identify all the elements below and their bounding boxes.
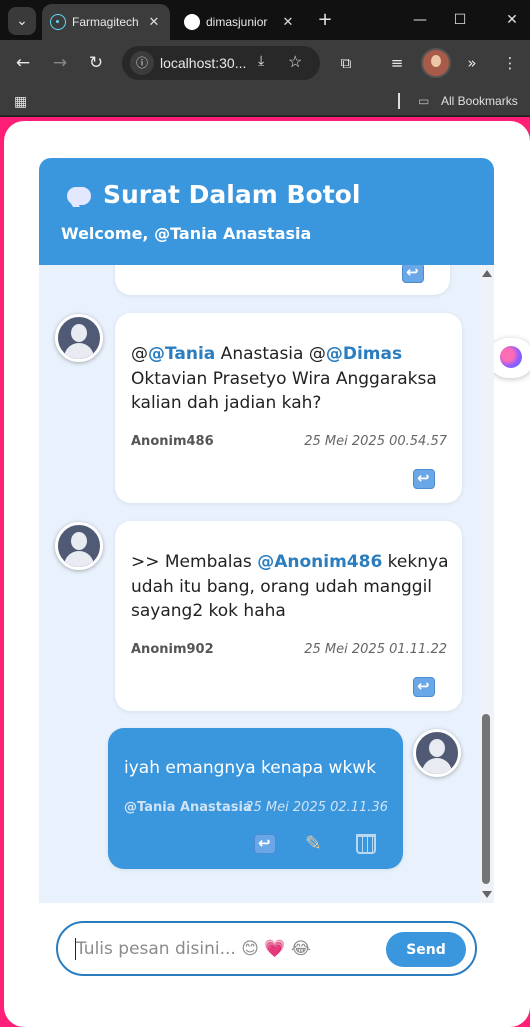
message-input[interactable] [76, 932, 376, 966]
sender-name: Anonim902 [131, 642, 214, 657]
tab-dimasjunior[interactable]: dimasjunior ✕ [176, 4, 304, 40]
avatar [413, 729, 461, 777]
extensions-icon[interactable]: ⧉ [333, 50, 359, 76]
reply-icon[interactable] [413, 677, 435, 697]
text-span: iyah emangnya kenapa wkwk [124, 758, 377, 778]
tab-farmagitech[interactable]: Farmagitech ✕ [42, 4, 170, 40]
app-title: Surat Dalam Botol [103, 180, 361, 209]
react-icon [50, 14, 66, 30]
minimize-icon[interactable]: — [406, 8, 434, 32]
reply-icon[interactable] [413, 469, 435, 489]
text-span: Oktavian Prasetyo Wira Anggaraksa kalian… [131, 368, 437, 414]
avatar [55, 522, 103, 570]
site-info-icon[interactable]: ⓘ [130, 51, 154, 75]
sender-name: Anonim486 [131, 434, 214, 449]
own-message-bubble: iyah emangnya kenapa wkwk @Tania Anastas… [108, 728, 403, 869]
all-bookmarks-link[interactable]: All Bookmarks [441, 94, 518, 108]
welcome-text: Welcome, @Tania Anastasia [61, 224, 312, 243]
message-list[interactable]: @@Tania Anastasia @@Dimas Oktavian Prase… [39, 265, 494, 903]
back-icon[interactable]: ← [10, 50, 36, 76]
tab-title: dimasjunior [206, 15, 268, 29]
folder-icon: ▭ [418, 94, 430, 108]
tab-strip: ⌄ Farmagitech ✕ dimasjunior ✕ + — ☐ ✕ [0, 0, 530, 40]
close-tab-icon[interactable]: ✕ [280, 14, 296, 30]
chat-header: Surat Dalam Botol Welcome, @Tania Anasta… [39, 158, 494, 265]
reply-icon[interactable] [402, 265, 424, 283]
address-text: localhost:30... [160, 55, 247, 71]
install-app-icon[interactable]: ⤓ [258, 52, 264, 69]
trash-icon[interactable] [356, 834, 376, 854]
scroll-down-icon[interactable] [482, 891, 492, 898]
bookmarks-bar: ▦ ▭ All Bookmarks [0, 86, 530, 116]
message-bubble: >> Membalas @Anonim486 keknya udah itu b… [115, 521, 462, 711]
chevron-right-icon[interactable]: » [459, 50, 485, 76]
scroll-up-icon[interactable] [482, 270, 492, 277]
text-span: >> Membalas [131, 552, 258, 572]
avatar [55, 314, 103, 362]
scroll-thumb[interactable] [482, 714, 490, 884]
brain-extension-button[interactable] [488, 338, 530, 378]
brain-icon [500, 346, 522, 368]
apps-grid-icon[interactable]: ▦ [14, 93, 27, 110]
mention-link[interactable]: @Dimas [326, 344, 402, 364]
reply-icon[interactable] [254, 834, 276, 854]
composer: Send [56, 921, 477, 976]
reload-icon[interactable]: ↻ [83, 50, 109, 76]
message-bubble-partial [115, 265, 450, 295]
github-icon [184, 14, 200, 30]
chat-scrollbar[interactable] [479, 265, 494, 903]
bookmarks-divider [398, 93, 400, 109]
address-bar[interactable]: ⓘ localhost:30... ⤓ ☆ [122, 46, 320, 80]
send-button[interactable]: Send [386, 932, 466, 967]
timestamp: 25 Mei 2025 02.11.36 [245, 800, 388, 815]
mention-link[interactable]: @Anonim486 [257, 552, 382, 572]
chat-card: Surat Dalam Botol Welcome, @Tania Anasta… [39, 158, 494, 903]
tab-title: Farmagitech [72, 15, 139, 29]
close-tab-icon[interactable]: ✕ [146, 14, 162, 30]
text-span: Anastasia @ [215, 344, 326, 364]
bookmark-star-icon[interactable]: ☆ [288, 52, 302, 72]
maximize-icon[interactable]: ☐ [446, 8, 474, 32]
speech-bubble-icon [67, 187, 91, 205]
edit-pencil-icon[interactable] [303, 831, 325, 855]
new-tab-button[interactable]: + [314, 9, 336, 31]
message-text: >> Membalas @Anonim486 keknya udah itu b… [131, 550, 451, 624]
menu-icon[interactable]: ⋮ [497, 50, 523, 76]
browser-toolbar: ← → ↻ ⓘ localhost:30... ⤓ ☆ ⧉ ≡ » ⋮ [0, 40, 530, 86]
message-text: @@Tania Anastasia @@Dimas Oktavian Prase… [131, 342, 451, 416]
close-window-icon[interactable]: ✕ [498, 8, 526, 32]
profile-avatar[interactable] [421, 48, 451, 78]
media-controls-icon[interactable]: ≡ [384, 50, 410, 76]
tab-search-button[interactable]: ⌄ [8, 7, 36, 35]
timestamp: 25 Mei 2025 01.11.22 [304, 642, 447, 657]
message-bubble: @@Tania Anastasia @@Dimas Oktavian Prase… [115, 313, 462, 503]
message-text: iyah emangnya kenapa wkwk [124, 756, 394, 781]
timestamp: 25 Mei 2025 00.54.57 [304, 434, 447, 449]
forward-icon[interactable]: → [47, 50, 73, 76]
text-span: @ [131, 344, 148, 364]
mention-link[interactable]: @Tania [148, 344, 215, 364]
sender-name: @Tania Anastasia [124, 800, 252, 815]
